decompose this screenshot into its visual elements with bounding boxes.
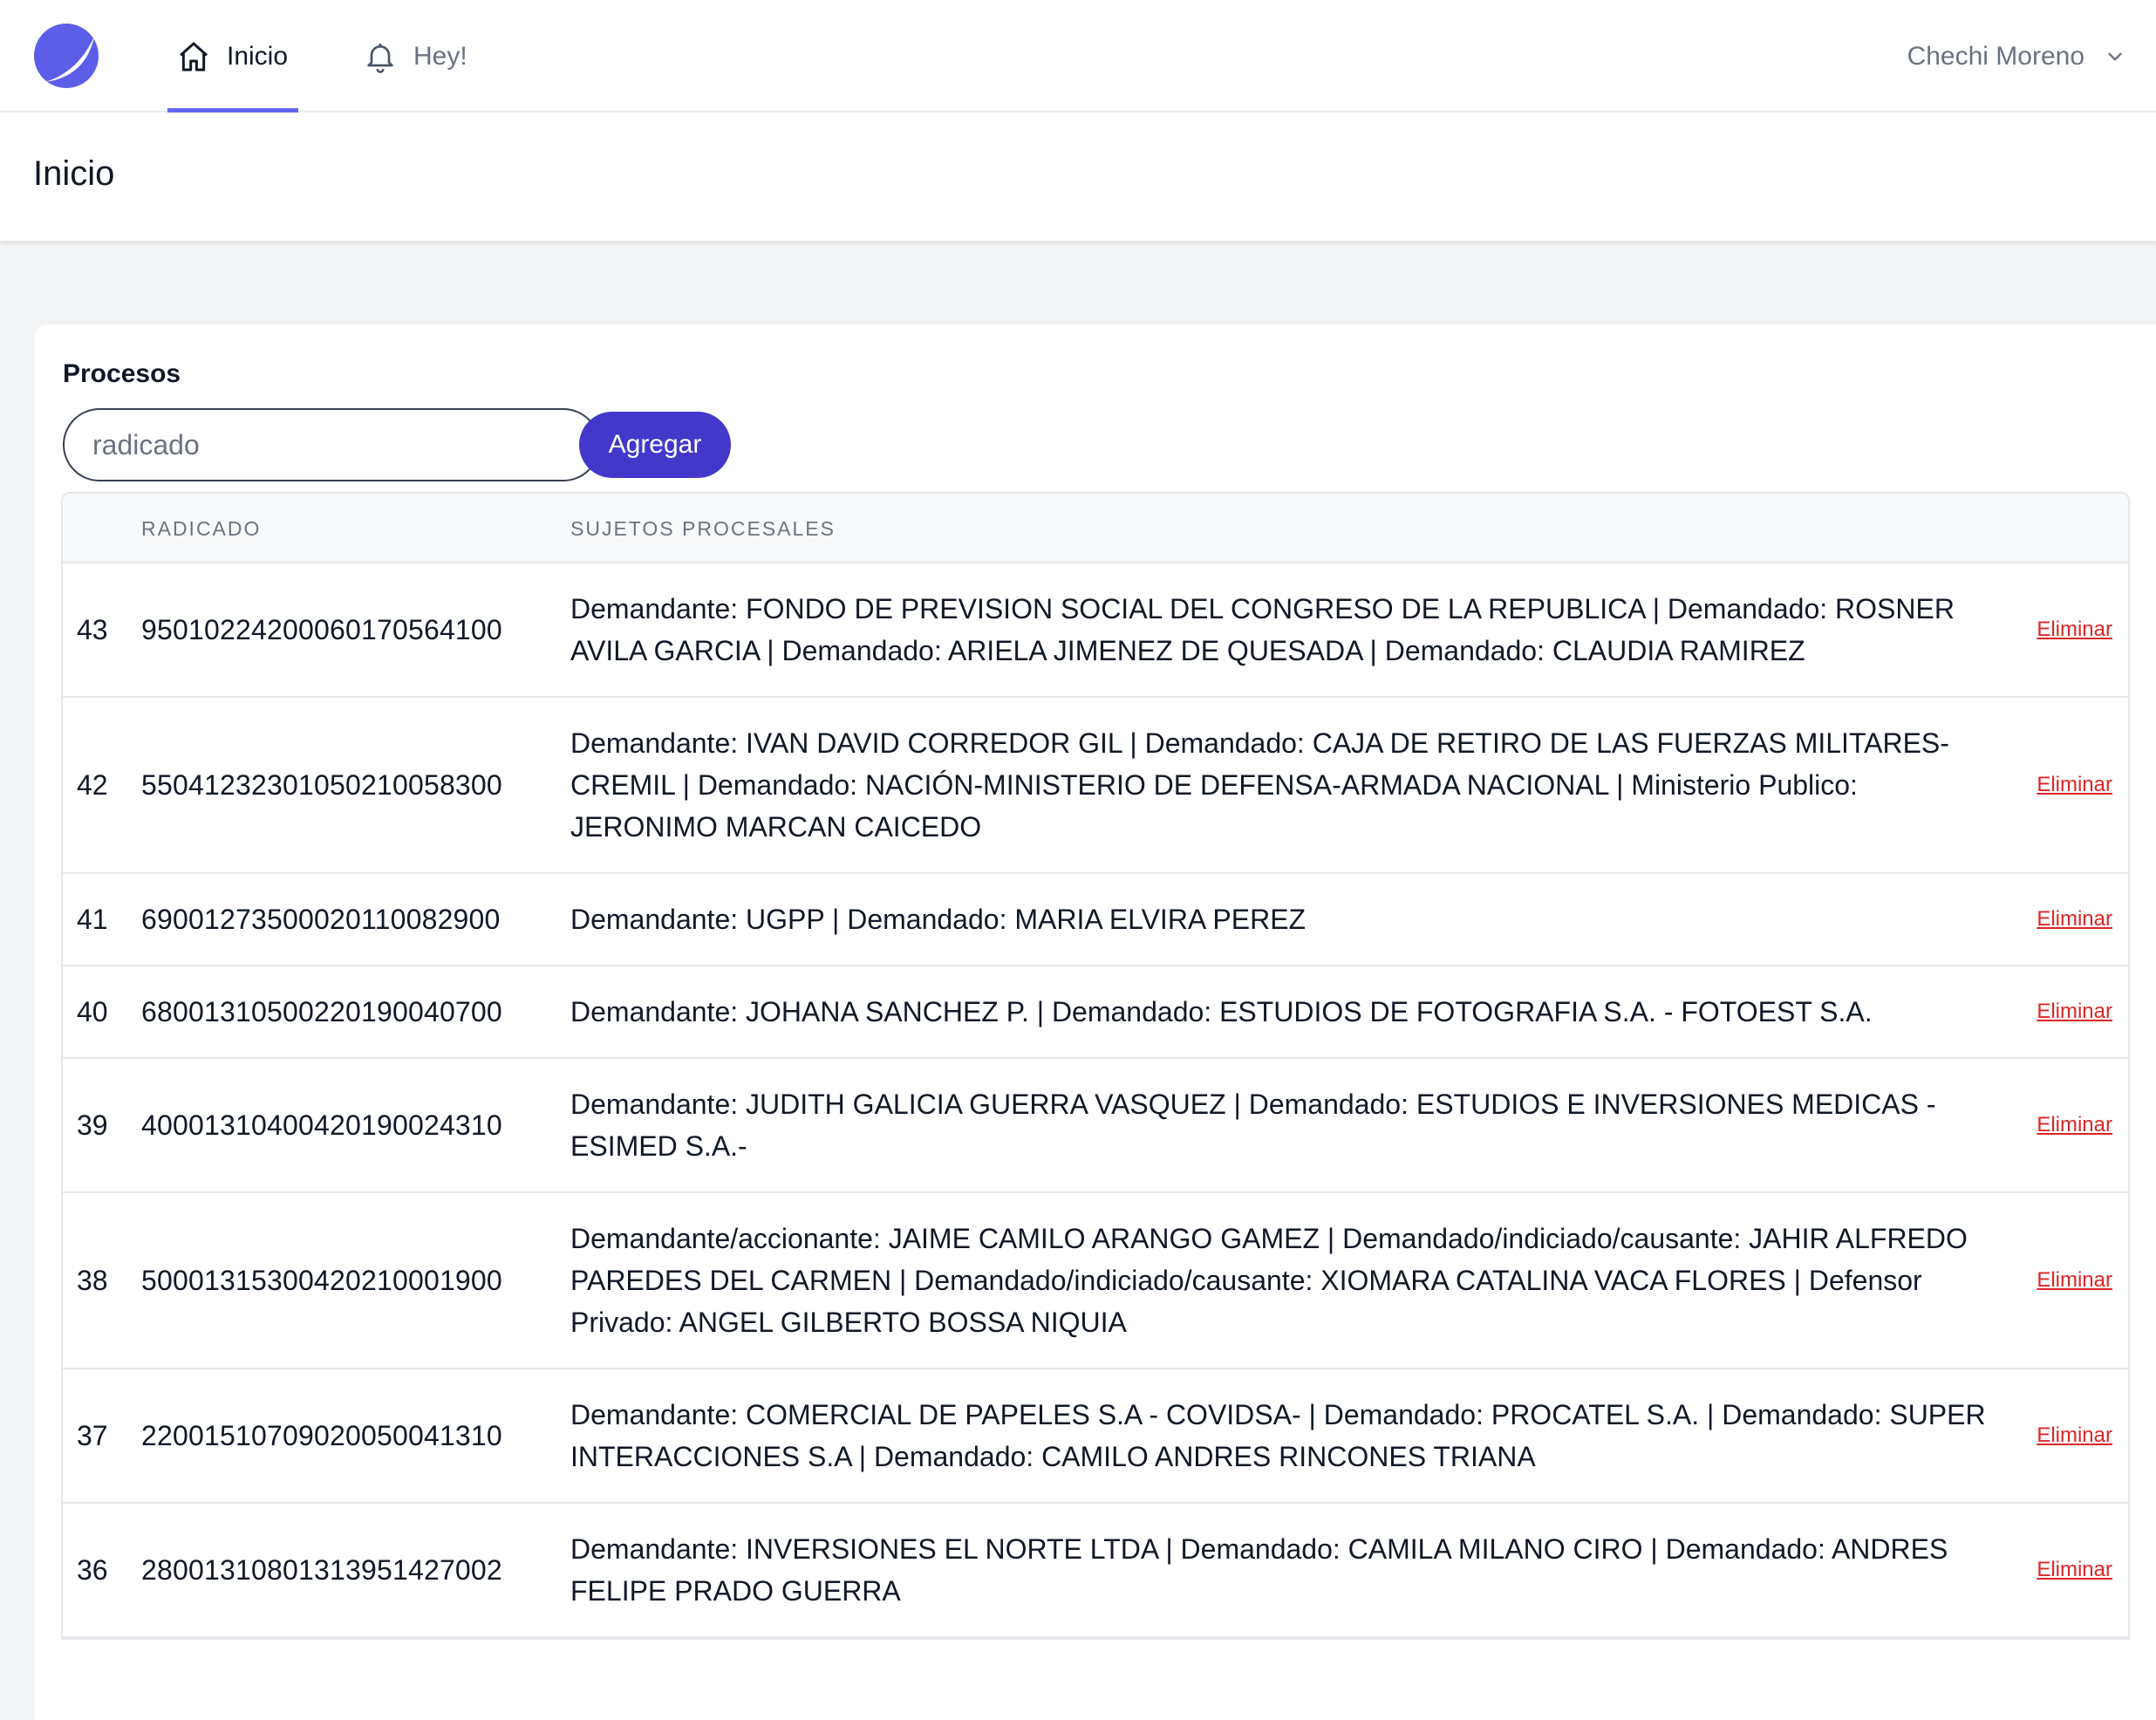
sujetos-cell: Demandante: FONDO DE PREVISION SOCIAL DE…: [570, 593, 1955, 666]
delete-link[interactable]: Eliminar: [2037, 1558, 2112, 1581]
page-header: Inicio: [0, 113, 2156, 242]
column-header-sujetos: SUJETOS PROCESALES: [570, 517, 836, 540]
delete-link[interactable]: Eliminar: [2037, 618, 2112, 641]
column-header-radicado: RADICADO: [141, 517, 262, 540]
row-number: 42: [77, 768, 108, 801]
processes-table: RADICADO SUJETOS PROCESALES 43 9501022420…: [61, 492, 2130, 1640]
row-number: 38: [77, 1264, 108, 1296]
table-row: 37 22001510709020050041310 Demandante: COM…: [63, 1369, 2128, 1504]
table-body: 43 95010224200060170564100 Demandante: FON…: [63, 563, 2128, 1638]
home-icon: [180, 42, 208, 71]
table-row: 38 50001315300420210001900 Demandante/acci…: [63, 1193, 2128, 1369]
nav-tab-inicio[interactable]: Inicio: [167, 0, 298, 113]
delete-link[interactable]: Eliminar: [2037, 1000, 2112, 1023]
delete-link[interactable]: Eliminar: [2037, 1423, 2112, 1447]
table-row: 42 55041232301050210058300 Demandante: IVA…: [63, 698, 2128, 874]
page-title: Inicio: [33, 154, 115, 193]
user-name: Chechi Moreno: [1907, 41, 2084, 71]
row-number: 40: [77, 995, 108, 1027]
radicado-cell: 68001310500220190040700: [141, 995, 502, 1027]
actions-cell: Eliminar: [2001, 1558, 2128, 1582]
row-number: 36: [77, 1553, 108, 1586]
sujetos-cell: Demandante: JOHANA SANCHEZ P. | Demandad…: [570, 996, 1873, 1027]
radicado-cell: 22001510709020050041310: [141, 1419, 502, 1451]
nav-tab-inicio-label: Inicio: [227, 41, 289, 71]
radicado-cell: 40001310400420190024310: [141, 1109, 502, 1141]
actions-cell: Eliminar: [2001, 618, 2128, 642]
sujetos-cell: Demandante: IVAN DAVID CORREDOR GIL | De…: [570, 727, 1949, 843]
table-header: RADICADO SUJETOS PROCESALES: [63, 494, 2128, 563]
sujetos-cell: Demandante: COMERCIAL DE PAPELES S.A - C…: [570, 1399, 1986, 1472]
app-logo-icon[interactable]: [33, 23, 99, 89]
radicado-cell: 28001310801313951427002: [141, 1553, 502, 1586]
radicado-cell: 50001315300420210001900: [141, 1264, 502, 1296]
table-row: 43 95010224200060170564100 Demandante: FON…: [63, 563, 2128, 698]
processes-card: Procesos Agregar RADICADO SUJETOS PROCES…: [35, 324, 2156, 1720]
actions-cell: Eliminar: [2001, 907, 2128, 932]
radicado-cell: 69001273500020110082900: [141, 903, 501, 935]
delete-link[interactable]: Eliminar: [2037, 1268, 2112, 1292]
delete-link[interactable]: Eliminar: [2037, 907, 2112, 931]
card-title: Procesos: [63, 359, 181, 388]
actions-cell: Eliminar: [2001, 1268, 2128, 1293]
actions-cell: Eliminar: [2001, 773, 2128, 797]
table-row: 39 40001310400420190024310 Demandante: JUD…: [63, 1059, 2128, 1193]
row-number: 41: [77, 903, 108, 935]
radicado-input[interactable]: [63, 408, 600, 481]
sujetos-cell: Demandante: JUDITH GALICIA GUERRA VASQUE…: [570, 1089, 1936, 1162]
actions-cell: Eliminar: [2001, 1113, 2128, 1137]
actions-cell: Eliminar: [2001, 1423, 2128, 1448]
table-row: 36 28001310801313951427002 Demandante: INV…: [63, 1504, 2128, 1638]
row-number: 37: [77, 1419, 108, 1451]
radicado-cell: 95010224200060170564100: [141, 613, 502, 645]
delete-link[interactable]: Eliminar: [2037, 1113, 2112, 1136]
add-button[interactable]: Agregar: [579, 412, 731, 478]
row-number: 43: [77, 613, 108, 645]
top-navbar: Inicio Hey! Chechi Moreno: [0, 0, 2156, 113]
actions-cell: Eliminar: [2001, 1000, 2128, 1024]
delete-link[interactable]: Eliminar: [2037, 773, 2112, 796]
table-row: 41 69001273500020110082900 Demandante: UGP…: [63, 874, 2128, 966]
nav-tab-notifications-label: Hey!: [413, 41, 467, 71]
sujetos-cell: Demandante: UGPP | Demandado: MARIA ELVI…: [570, 904, 1307, 935]
sujetos-cell: Demandante/accionante: JAIME CAMILO ARAN…: [570, 1223, 1968, 1338]
table-row: 40 68001310500220190040700 Demandante: JOH…: [63, 966, 2128, 1059]
row-number: 39: [77, 1109, 108, 1141]
sujetos-cell: Demandante: INVERSIONES EL NORTE LTDA | …: [570, 1533, 1948, 1607]
chevron-down-icon: [2108, 52, 2122, 60]
radicado-cell: 55041232301050210058300: [141, 768, 502, 801]
nav-tab-notifications[interactable]: Hey!: [363, 0, 467, 113]
bell-icon: [367, 43, 393, 73]
user-menu[interactable]: Chechi Moreno: [1907, 0, 2126, 113]
